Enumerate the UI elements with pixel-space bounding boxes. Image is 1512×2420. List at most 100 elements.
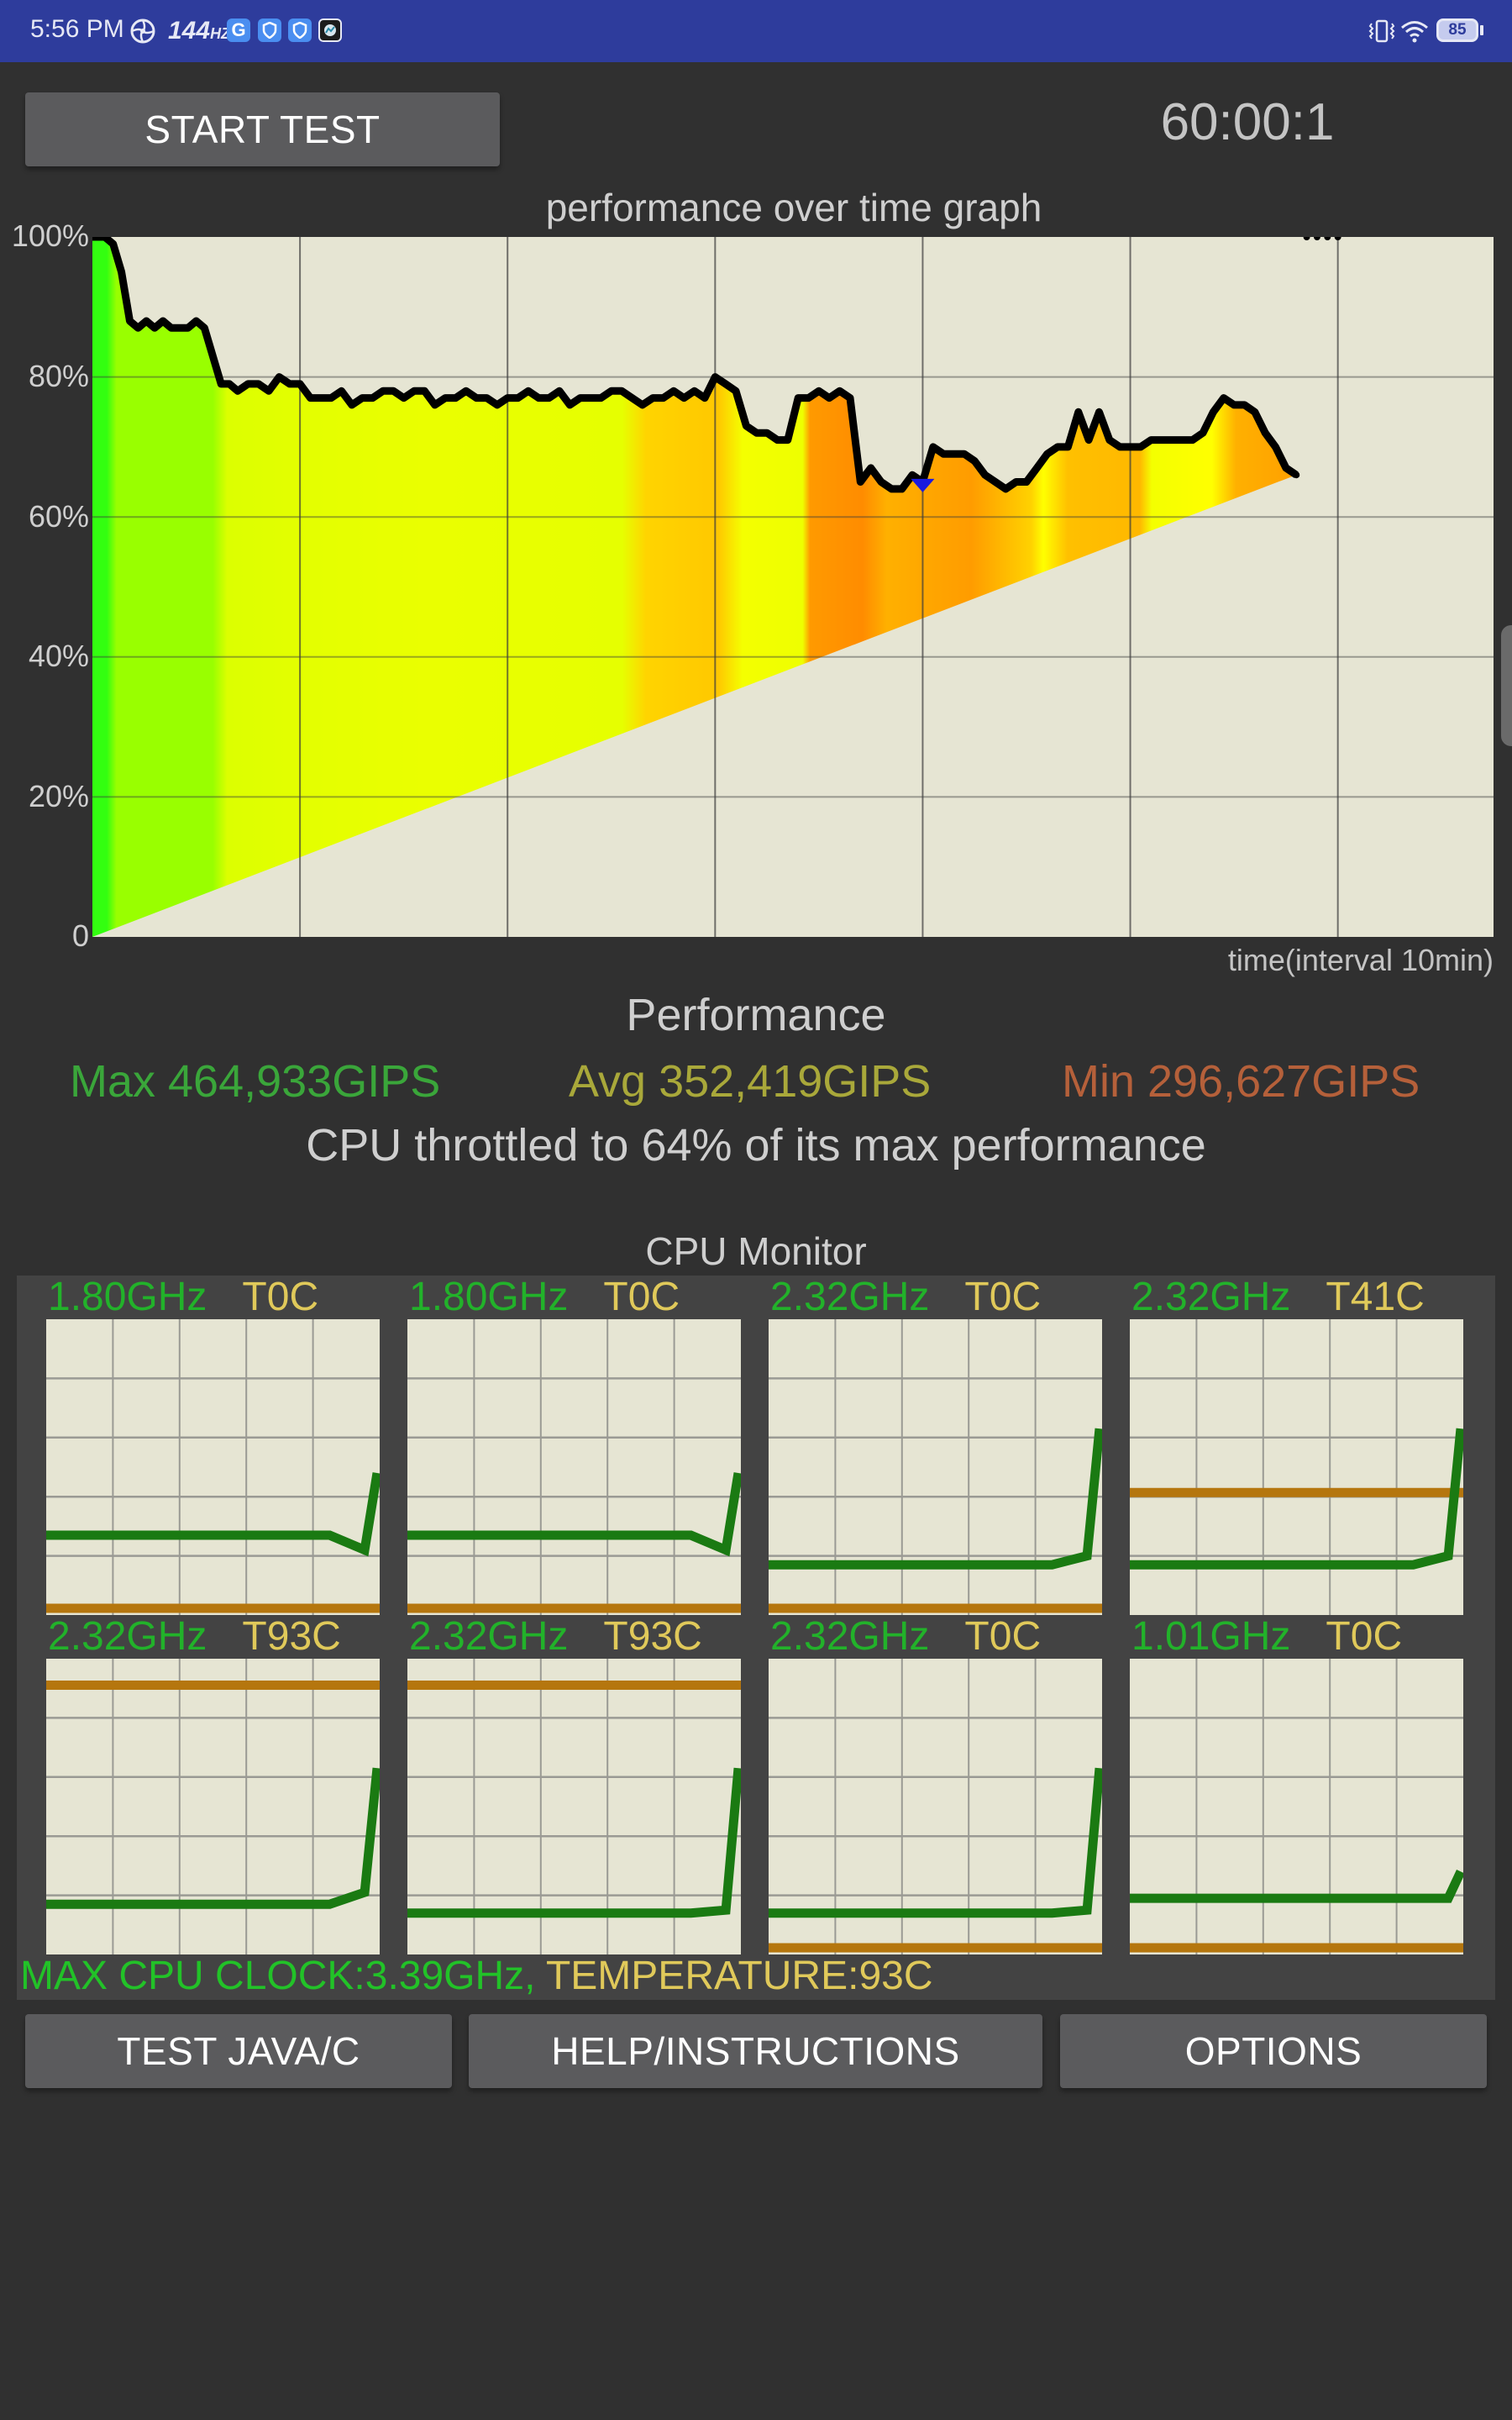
cpu-core-cell: 1.01GHz T0C — [1130, 1614, 1463, 1954]
performance-point — [1085, 436, 1093, 444]
core-graph — [769, 1319, 1102, 1615]
performance-point — [442, 394, 449, 402]
google-icon: G — [227, 18, 250, 42]
performance-point — [411, 387, 418, 395]
cpu-core-cell: 1.80GHz T0C — [46, 1275, 380, 1615]
options-button[interactable]: OPTIONS — [1060, 2014, 1487, 2088]
core-frequency: 2.32GHz — [770, 1614, 930, 1659]
performance-point — [400, 394, 407, 402]
performance-point — [805, 394, 812, 402]
refresh-rate-value: 144 — [168, 17, 211, 45]
performance-point — [1189, 436, 1196, 444]
performance-point — [1074, 408, 1082, 416]
y-tick-label: 40% — [28, 639, 89, 673]
y-tick-label: 0 — [71, 918, 89, 953]
core-label: 2.32GHz T0C — [770, 1613, 1041, 1660]
max-performance: Max 464,933GIPS — [70, 1056, 441, 1107]
core-label: 2.32GHz T93C — [48, 1613, 341, 1660]
performance-point — [846, 394, 853, 402]
core-temperature: T93C — [603, 1614, 702, 1659]
test-java-c-button[interactable]: TEST JAVA/C — [25, 2014, 452, 2088]
performance-point — [1210, 408, 1217, 416]
performance-point — [1251, 408, 1258, 416]
core-graph-background — [1130, 1319, 1463, 1615]
performance-point — [722, 380, 729, 387]
performance-point — [1293, 471, 1300, 479]
performance-point — [888, 485, 895, 492]
performance-point — [390, 387, 397, 395]
avg-performance: Avg 352,419GIPS — [569, 1056, 932, 1107]
performance-point — [649, 394, 657, 402]
shield-icon — [288, 18, 312, 42]
performance-point — [1095, 408, 1103, 416]
performance-point — [628, 394, 636, 402]
performance-point — [981, 471, 989, 479]
performance-point — [369, 394, 376, 402]
performance-point — [201, 324, 208, 332]
performance-point — [1147, 436, 1155, 444]
performance-point — [1200, 429, 1207, 437]
performance-point — [587, 394, 595, 402]
performance-point — [1272, 443, 1279, 450]
help-instructions-button[interactable]: HELP/INSTRUCTIONS — [469, 2014, 1042, 2088]
core-temperature: T0C — [603, 1275, 680, 1319]
performance-point — [971, 457, 979, 465]
shield-icon — [258, 18, 281, 42]
performance-point — [1179, 436, 1186, 444]
refresh-rate: 144HZ — [168, 17, 230, 45]
core-label: 2.32GHz T0C — [770, 1274, 1041, 1320]
cpu-core-cell: 2.32GHz T0C — [769, 1274, 1102, 1615]
performance-graph — [92, 237, 1494, 937]
performance-point — [297, 380, 304, 387]
scrollbar-handle[interactable] — [1501, 625, 1512, 746]
performance-point — [379, 387, 386, 395]
cpu-core-cell: 2.32GHz T41C — [1130, 1275, 1463, 1615]
performance-point — [669, 387, 677, 395]
fan-icon — [129, 18, 156, 44]
performance-point — [109, 240, 117, 248]
performance-point — [431, 401, 438, 408]
performance-point — [1002, 485, 1010, 492]
performance-point — [774, 436, 781, 444]
performance-point — [784, 436, 791, 444]
performance-point — [826, 394, 833, 402]
max-temperature: TEMPERATURE:93C — [545, 1954, 933, 1998]
performance-point — [317, 394, 324, 402]
core-graph-background — [769, 1319, 1102, 1615]
cpu-core-cell: 2.32GHz T0C — [769, 1613, 1102, 1954]
performance-point — [1220, 394, 1227, 402]
throttle-summary: CPU throttled to 64% of its max performa… — [306, 1120, 1206, 1171]
performance-point — [209, 352, 217, 360]
performance-point — [711, 373, 719, 381]
y-tick-label: 100% — [11, 218, 89, 253]
core-frequency: 1.80GHz — [48, 1275, 207, 1319]
min-performance: Min 296,627GIPS — [1062, 1056, 1420, 1107]
core-temperature: T93C — [242, 1614, 341, 1659]
core-graph-background — [1130, 1659, 1463, 1954]
performance-point — [680, 394, 688, 402]
performance-point — [348, 401, 355, 408]
performance-point — [950, 450, 958, 458]
y-tick-label: 60% — [28, 499, 89, 534]
performance-point — [143, 317, 150, 324]
start-test-button[interactable]: START TEST — [25, 92, 500, 166]
cpu-monitor-heading: CPU Monitor — [645, 1229, 867, 1273]
performance-point — [218, 380, 225, 387]
performance-point — [867, 464, 874, 471]
max-cpu-clock: MAX CPU CLOCK:3.39GHz, — [20, 1954, 536, 1998]
performance-point — [184, 324, 192, 332]
performance-point — [1158, 436, 1165, 444]
performance-point — [815, 387, 822, 395]
performance-point — [929, 443, 937, 450]
performance-point — [878, 478, 885, 486]
performance-point — [940, 450, 948, 458]
performance-point — [991, 478, 999, 486]
core-frequency: 2.32GHz — [1131, 1275, 1291, 1319]
core-frequency: 2.32GHz — [48, 1614, 207, 1659]
performance-point — [618, 387, 626, 395]
wifi-icon — [1399, 18, 1430, 44]
performance-point — [255, 380, 262, 387]
performance-point — [1023, 478, 1030, 486]
performance-point — [732, 387, 740, 395]
performance-point — [690, 387, 698, 395]
